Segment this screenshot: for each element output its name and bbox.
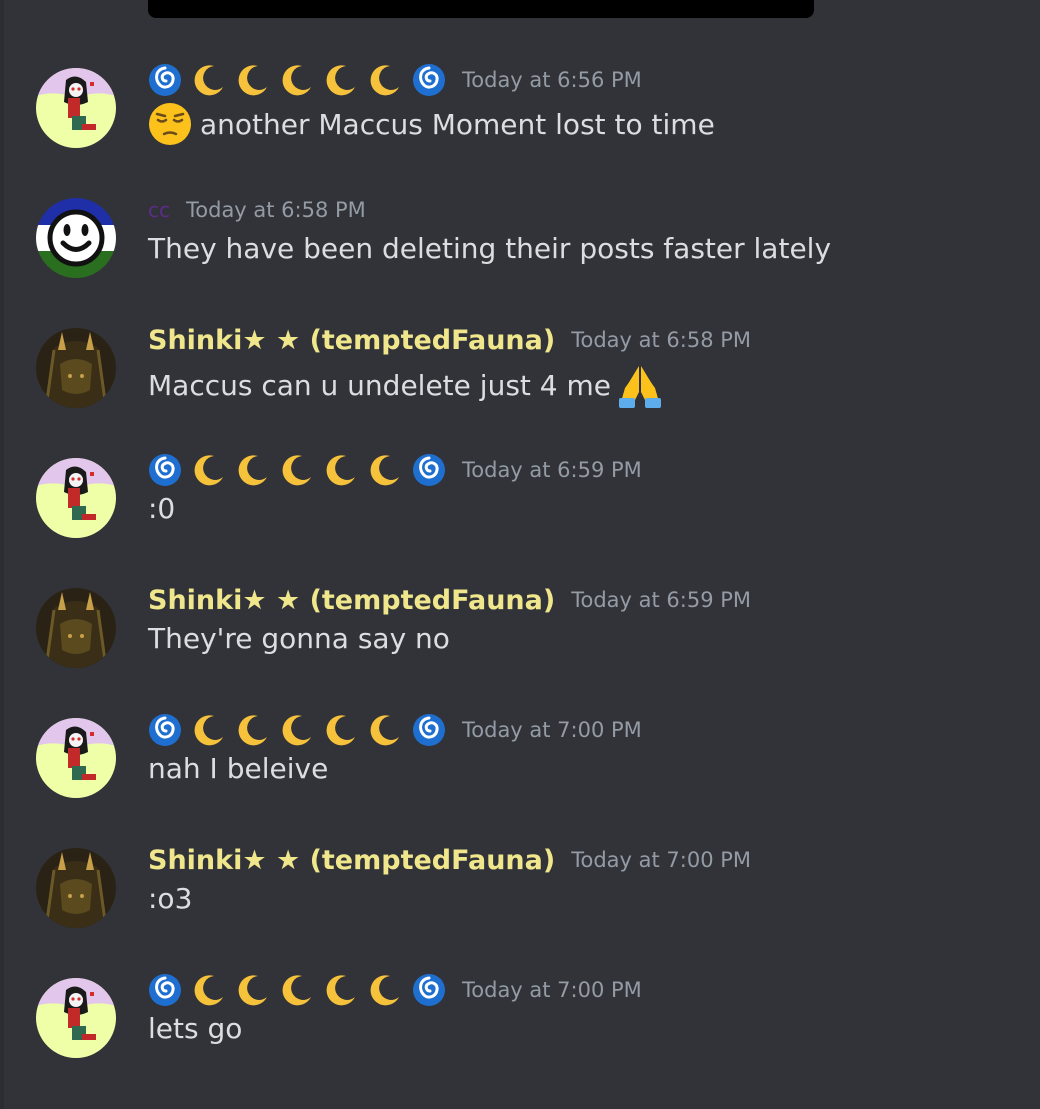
crescent-moon-icon bbox=[192, 63, 226, 97]
username[interactable] bbox=[148, 63, 456, 97]
message-item: Today at 7:00 PM nah I beleive bbox=[0, 710, 1040, 810]
message-content: :o3 bbox=[148, 882, 192, 915]
avatar[interactable] bbox=[36, 588, 116, 668]
message-content: lets go bbox=[148, 1012, 242, 1045]
message-text: :0 bbox=[148, 492, 176, 525]
cyclone-icon bbox=[412, 63, 446, 97]
avatar[interactable] bbox=[36, 458, 116, 538]
message-content: another Maccus Moment lost to time bbox=[148, 102, 715, 146]
crescent-moon-icon bbox=[280, 973, 314, 1007]
crescent-moon-icon bbox=[368, 713, 402, 747]
avatar[interactable] bbox=[36, 68, 116, 148]
cyclone-icon bbox=[148, 973, 182, 1007]
username[interactable]: Shinki★ ★ (temptedFauna) bbox=[148, 845, 555, 876]
message-content: They're gonna say no bbox=[148, 622, 450, 655]
message-text: lets go bbox=[148, 1012, 243, 1045]
avatar[interactable] bbox=[36, 718, 116, 798]
username[interactable] bbox=[148, 453, 456, 487]
cyclone-icon bbox=[412, 713, 446, 747]
message-item: cc Today at 6:58 PM They have been delet… bbox=[0, 190, 1040, 290]
crescent-moon-icon bbox=[324, 713, 358, 747]
message-text: another Maccus Moment lost to time bbox=[200, 107, 715, 141]
crescent-moon-icon bbox=[280, 63, 314, 97]
timestamp[interactable]: Today at 6:59 PM bbox=[571, 588, 751, 612]
crescent-moon-icon bbox=[368, 63, 402, 97]
cyclone-icon bbox=[412, 453, 446, 487]
message-item: Today at 7:00 PM lets go bbox=[0, 970, 1040, 1070]
message-content: nah I beleive bbox=[148, 752, 328, 785]
username[interactable]: Shinki★ ★ (temptedFauna) bbox=[148, 585, 555, 616]
crescent-moon-icon bbox=[368, 973, 402, 1007]
message-header: cc Today at 6:58 PM bbox=[148, 190, 366, 230]
crescent-moon-icon bbox=[236, 973, 270, 1007]
crescent-moon-icon bbox=[324, 973, 358, 1007]
message-header: Today at 6:59 PM bbox=[148, 450, 642, 490]
username[interactable]: Shinki★ ★ (temptedFauna) bbox=[148, 325, 555, 356]
cyclone-icon bbox=[148, 713, 182, 747]
message-item: Today at 6:56 PM another Maccus Moment l… bbox=[0, 60, 1040, 160]
folded-hands-icon bbox=[617, 362, 663, 408]
timestamp[interactable]: Today at 7:00 PM bbox=[571, 848, 751, 872]
message-item: Shinki★ ★ (temptedFauna) Today at 6:58 P… bbox=[0, 320, 1040, 420]
crescent-moon-icon bbox=[280, 713, 314, 747]
message-header: Today at 7:00 PM bbox=[148, 710, 642, 750]
message-text: They have been deleting their posts fast… bbox=[148, 232, 832, 265]
username[interactable] bbox=[148, 973, 456, 1007]
username[interactable] bbox=[148, 713, 456, 747]
chat-left-border bbox=[0, 0, 4, 1109]
message-header: Shinki★ ★ (temptedFauna) Today at 7:00 P… bbox=[148, 840, 751, 880]
username[interactable]: cc bbox=[148, 198, 170, 222]
previous-embed bbox=[148, 0, 814, 18]
message-item: Shinki★ ★ (temptedFauna) Today at 6:59 P… bbox=[0, 580, 1040, 680]
timestamp[interactable]: Today at 6:58 PM bbox=[571, 328, 751, 352]
avatar[interactable] bbox=[36, 978, 116, 1058]
avatar[interactable] bbox=[36, 198, 116, 278]
crescent-moon-icon bbox=[368, 453, 402, 487]
message-content: They have been deleting their posts fast… bbox=[148, 232, 831, 265]
message-text: Maccus can u undelete just 4 me bbox=[148, 368, 611, 402]
timestamp[interactable]: Today at 7:00 PM bbox=[462, 718, 642, 742]
crescent-moon-icon bbox=[192, 713, 226, 747]
message-text: :o3 bbox=[148, 882, 193, 915]
crescent-moon-icon bbox=[236, 453, 270, 487]
timestamp[interactable]: Today at 6:58 PM bbox=[186, 198, 366, 222]
timestamp[interactable]: Today at 6:59 PM bbox=[462, 458, 642, 482]
message-item: Shinki★ ★ (temptedFauna) Today at 7:00 P… bbox=[0, 840, 1040, 940]
crescent-moon-icon bbox=[236, 63, 270, 97]
message-header: Shinki★ ★ (temptedFauna) Today at 6:58 P… bbox=[148, 320, 751, 360]
crescent-moon-icon bbox=[280, 453, 314, 487]
crescent-moon-icon bbox=[324, 453, 358, 487]
cyclone-icon bbox=[412, 973, 446, 1007]
timestamp[interactable]: Today at 6:56 PM bbox=[462, 68, 642, 92]
crescent-moon-icon bbox=[192, 453, 226, 487]
message-header: Today at 7:00 PM bbox=[148, 970, 642, 1010]
crescent-moon-icon bbox=[192, 973, 226, 1007]
message-content: :0 bbox=[148, 492, 175, 525]
message-content: Maccus can u undelete just 4 me bbox=[148, 362, 673, 408]
cyclone-icon bbox=[148, 63, 182, 97]
crescent-moon-icon bbox=[236, 713, 270, 747]
pensive-face-icon bbox=[148, 102, 192, 146]
message-text: They're gonna say no bbox=[148, 622, 450, 655]
message-text: nah I beleive bbox=[148, 752, 329, 785]
avatar[interactable] bbox=[36, 848, 116, 928]
message-item: Today at 6:59 PM :0 bbox=[0, 450, 1040, 550]
cyclone-icon bbox=[148, 453, 182, 487]
message-header: Today at 6:56 PM bbox=[148, 60, 642, 100]
timestamp[interactable]: Today at 7:00 PM bbox=[462, 978, 642, 1002]
message-header: Shinki★ ★ (temptedFauna) Today at 6:59 P… bbox=[148, 580, 751, 620]
crescent-moon-icon bbox=[324, 63, 358, 97]
avatar[interactable] bbox=[36, 328, 116, 408]
